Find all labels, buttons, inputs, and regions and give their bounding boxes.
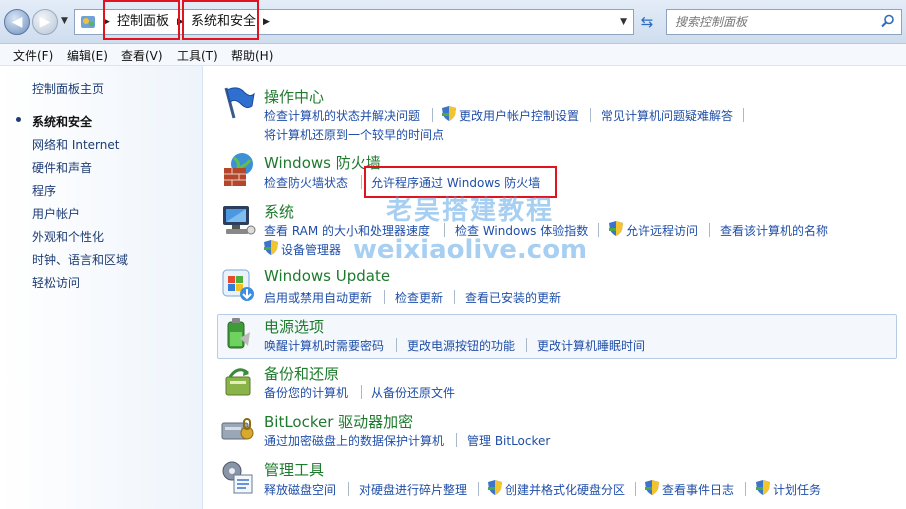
refresh-button[interactable]: ⇆: [636, 11, 658, 33]
sidebar-item-hardware-sound[interactable]: 硬件和声音: [32, 159, 92, 176]
link-sleep-time[interactable]: 更改计算机睡眠时间: [537, 337, 645, 354]
link-ram-processor[interactable]: 查看 RAM 的大小和处理器速度: [264, 222, 430, 239]
search-box[interactable]: [666, 9, 902, 35]
bitlocker-drive-icon[interactable]: [220, 411, 256, 447]
link-encrypt-data[interactable]: 通过加密磁盘上的数据保护计算机: [264, 432, 444, 449]
watermark-line-2: weixiaolive.com: [352, 235, 588, 265]
link-task-scheduler[interactable]: 计划任务: [773, 481, 821, 498]
separator: [526, 338, 527, 352]
refresh-icon: ⇆: [640, 13, 654, 31]
menu-bar: 文件(F) 编辑(E) 查看(V) 工具(T) 帮助(H): [0, 44, 906, 66]
separator: [396, 338, 397, 352]
control-panel-icon: [81, 16, 95, 28]
separator: [432, 108, 433, 122]
sidebar-item-programs[interactable]: 程序: [32, 182, 56, 199]
menu-help[interactable]: 帮助(H): [231, 47, 273, 64]
category-title-power[interactable]: 电源选项: [264, 316, 324, 337]
link-device-manager[interactable]: 设备管理器: [281, 241, 341, 258]
category-title-bitlocker[interactable]: BitLocker 驱动器加密: [264, 411, 413, 432]
link-restore[interactable]: 将计算机还原到一个较早的时间点: [264, 126, 444, 143]
address-dropdown-icon[interactable]: ▼: [620, 10, 627, 34]
separator: [745, 482, 746, 496]
category-title-windows-update[interactable]: Windows Update: [264, 267, 390, 285]
link-auto-update[interactable]: 启用或禁用自动更新: [264, 289, 372, 306]
sidebar-item-network[interactable]: 网络和 Internet: [32, 136, 119, 153]
separator: [635, 482, 636, 496]
link-firewall-status[interactable]: 检查防火墙状态: [264, 174, 348, 191]
category-title-action-center[interactable]: 操作中心: [264, 86, 324, 107]
separator: [598, 223, 599, 237]
link-change-uac[interactable]: 更改用户帐户控制设置: [459, 107, 579, 124]
separator: [361, 385, 362, 399]
annotation-highlight-box: [364, 166, 557, 198]
sidebar-item-appearance[interactable]: 外观和个性化: [32, 228, 104, 245]
link-restore-files[interactable]: 从备份还原文件: [371, 384, 455, 401]
link-troubleshoot[interactable]: 常见计算机问题疑难解答: [601, 107, 733, 124]
link-check-updates[interactable]: 检查更新: [395, 289, 443, 306]
uac-shield-icon: [609, 221, 623, 236]
uac-shield-icon: [442, 106, 456, 121]
uac-shield-icon: [756, 480, 770, 495]
link-manage-bitlocker[interactable]: 管理 BitLocker: [467, 432, 550, 449]
uac-shield-icon: [488, 480, 502, 495]
menu-edit[interactable]: 编辑(E): [67, 47, 108, 64]
breadcrumb-arrow-icon[interactable]: ▶: [263, 10, 270, 34]
link-wake-password[interactable]: 唤醒计算机时需要密码: [264, 337, 384, 354]
menu-tools[interactable]: 工具(T): [177, 47, 218, 64]
firewall-icon[interactable]: [220, 152, 256, 188]
link-windows-experience-index[interactable]: 检查 Windows 体验指数: [455, 222, 588, 239]
system-computer-icon[interactable]: [220, 202, 256, 238]
uac-shield-icon: [264, 240, 278, 255]
sidebar: 控制面板主页 系统和安全 网络和 Internet 硬件和声音 程序 用户帐户 …: [0, 66, 203, 509]
back-arrow-icon: ◀: [11, 14, 23, 30]
link-defragment[interactable]: 对硬盘进行碎片整理: [359, 481, 467, 498]
separator: [478, 482, 479, 496]
link-backup-computer[interactable]: 备份您的计算机: [264, 384, 348, 401]
separator: [361, 175, 362, 189]
separator: [348, 482, 349, 496]
separator: [384, 290, 385, 304]
menu-file[interactable]: 文件(F): [13, 47, 53, 64]
category-title-admin-tools[interactable]: 管理工具: [264, 459, 324, 480]
link-event-logs[interactable]: 查看事件日志: [662, 481, 734, 498]
active-bullet-icon: [16, 117, 21, 122]
sidebar-item-system-security[interactable]: 系统和安全: [32, 113, 92, 130]
forward-arrow-icon: ▶: [39, 14, 51, 30]
annotation-highlight-box: [103, 0, 180, 40]
separator: [709, 223, 710, 237]
backup-restore-icon[interactable]: [220, 363, 256, 399]
administrative-tools-icon[interactable]: [220, 459, 256, 495]
annotation-highlight-box: [182, 0, 259, 40]
action-center-flag-icon[interactable]: [220, 84, 256, 120]
link-power-button[interactable]: 更改电源按钮的功能: [407, 337, 515, 354]
sidebar-item-clock-region[interactable]: 时钟、语言和区域: [32, 251, 128, 268]
separator: [454, 290, 455, 304]
link-check-status[interactable]: 检查计算机的状态并解决问题: [264, 107, 420, 124]
link-computer-name[interactable]: 查看该计算机的名称: [720, 222, 828, 239]
link-disk-cleanup[interactable]: 释放磁盘空间: [264, 481, 336, 498]
menu-view[interactable]: 查看(V): [121, 47, 163, 64]
uac-shield-icon: [645, 480, 659, 495]
search-input[interactable]: [667, 10, 867, 34]
separator: [444, 223, 445, 237]
sidebar-item-ease-of-access[interactable]: 轻松访问: [32, 274, 80, 291]
sidebar-item-home[interactable]: 控制面板主页: [32, 80, 104, 97]
separator: [456, 433, 457, 447]
forward-button[interactable]: ▶: [32, 9, 58, 35]
category-title-system[interactable]: 系统: [264, 201, 294, 222]
category-title-backup[interactable]: 备份和还原: [264, 363, 339, 384]
link-installed-updates[interactable]: 查看已安装的更新: [465, 289, 561, 306]
separator: [743, 108, 744, 122]
back-button[interactable]: ◀: [4, 9, 30, 35]
sidebar-item-user-accounts[interactable]: 用户帐户: [32, 205, 80, 222]
link-create-partition[interactable]: 创建并格式化硬盘分区: [505, 481, 625, 498]
search-icon[interactable]: [881, 14, 895, 28]
windows-update-icon[interactable]: [220, 267, 256, 303]
separator: [590, 108, 591, 122]
recent-pages-dropdown-icon[interactable]: ▼: [61, 16, 68, 26]
link-remote-access[interactable]: 允许远程访问: [626, 222, 698, 239]
power-options-battery-icon[interactable]: [220, 316, 256, 352]
